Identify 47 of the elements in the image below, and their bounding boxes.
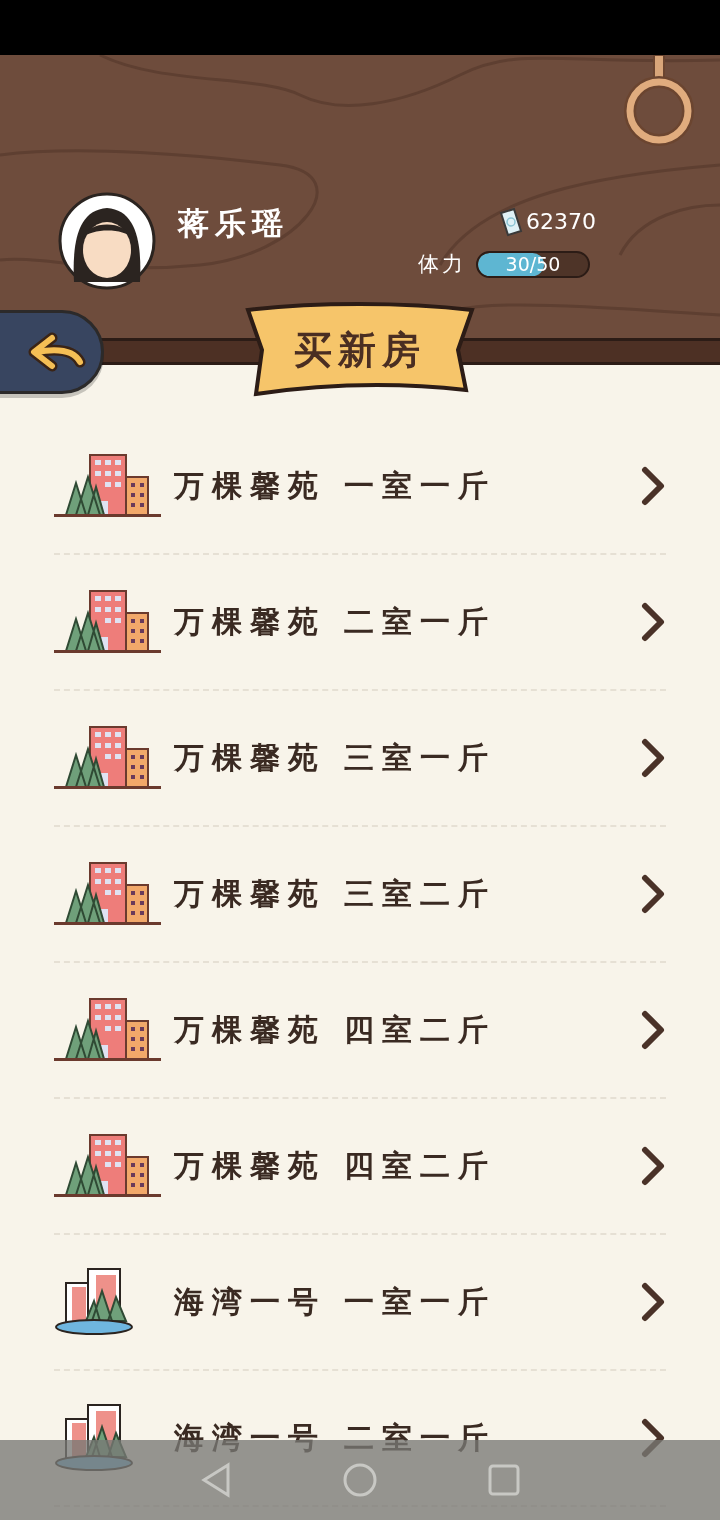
estate-name: 万棵馨苑 <box>174 1011 326 1049</box>
estate-name: 万棵馨苑 <box>174 467 326 505</box>
apartment-trees-icon <box>54 588 162 655</box>
layout-text: 三室二斤 <box>344 875 496 913</box>
chevron-right-icon <box>640 1281 666 1322</box>
house-row[interactable]: 万棵馨苑 四室二斤 <box>54 1098 666 1235</box>
money-amount: 62370 <box>526 208 596 236</box>
home-nav-icon[interactable] <box>342 1462 378 1498</box>
house-row[interactable]: 万棵馨苑 二室一斤 <box>54 554 666 691</box>
house-row[interactable]: 万棵馨苑 四室二斤 <box>54 962 666 1099</box>
apartment-trees-icon <box>54 1132 162 1199</box>
back-button[interactable] <box>0 310 104 394</box>
layout-text: 三室一斤 <box>344 739 496 777</box>
chevron-right-icon <box>640 873 666 914</box>
house-row[interactable]: 万棵馨苑 三室一斤 <box>54 690 666 827</box>
estate-name: 万棵馨苑 <box>174 1147 326 1185</box>
back-nav-icon[interactable] <box>200 1462 232 1498</box>
chevron-right-icon <box>640 601 666 642</box>
player-name: 蒋乐瑶 <box>178 204 289 243</box>
layout-text: 二室一斤 <box>344 1419 496 1457</box>
stamina-label: 体力 <box>418 251 466 278</box>
chevron-right-icon <box>640 737 666 778</box>
layout-text: 四室二斤 <box>344 1011 496 1049</box>
apartment-trees-icon <box>54 452 162 519</box>
estate-name: 海湾一号 <box>174 1283 326 1321</box>
layout-text: 一室一斤 <box>344 1283 496 1321</box>
avatar-icon <box>58 192 156 290</box>
layout-text: 二室一斤 <box>344 603 496 641</box>
estate-name: 海湾一号 <box>174 1419 326 1457</box>
layout-text: 四室二斤 <box>344 1147 496 1185</box>
house-row[interactable]: 万棵馨苑 三室二斤 <box>54 826 666 963</box>
chevron-right-icon <box>640 1145 666 1186</box>
back-arrow-icon <box>28 332 86 372</box>
estate-name: 万棵馨苑 <box>174 603 326 641</box>
chevron-right-icon <box>640 465 666 506</box>
chevron-right-icon <box>640 1009 666 1050</box>
apartment-trees-icon <box>54 860 162 927</box>
apartment-trees-icon <box>54 996 162 1063</box>
banknote-icon <box>498 206 524 237</box>
house-row[interactable]: 万棵馨苑 一室一斤 <box>54 418 666 555</box>
layout-text: 一室一斤 <box>344 467 496 505</box>
house-row[interactable]: 海湾一号 一室一斤 <box>54 1234 666 1371</box>
recents-nav-icon[interactable] <box>488 1464 520 1496</box>
page-title: 买新房 <box>294 326 426 374</box>
estate-name: 万棵馨苑 <box>174 739 326 777</box>
apartment-trees-icon <box>54 724 162 791</box>
estate-name: 万棵馨苑 <box>174 875 326 913</box>
